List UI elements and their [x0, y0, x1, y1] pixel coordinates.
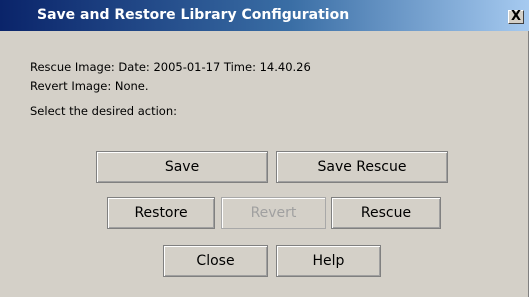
- rescue-image-info: Rescue Image: Date: 2005-01-17 Time: 14.…: [30, 60, 311, 74]
- dialog-title: Save and Restore Library Configuration: [37, 7, 350, 23]
- restore-button[interactable]: Restore: [107, 197, 215, 229]
- help-button[interactable]: Help: [276, 245, 381, 277]
- revert-button[interactable]: Revert: [221, 197, 326, 229]
- close-button[interactable]: Close: [163, 245, 268, 277]
- revert-image-info: Revert Image: None.: [30, 79, 149, 93]
- save-button[interactable]: Save: [96, 151, 268, 183]
- title-bar[interactable]: Save and Restore Library Configuration X: [0, 0, 529, 31]
- close-icon: X: [510, 9, 522, 24]
- close-window-button[interactable]: X: [508, 10, 524, 24]
- save-restore-dialog: Save and Restore Library Configuration X…: [0, 0, 529, 297]
- action-prompt: Select the desired action:: [30, 104, 178, 118]
- save-rescue-button[interactable]: Save Rescue: [276, 151, 448, 183]
- rescue-button[interactable]: Rescue: [331, 197, 441, 229]
